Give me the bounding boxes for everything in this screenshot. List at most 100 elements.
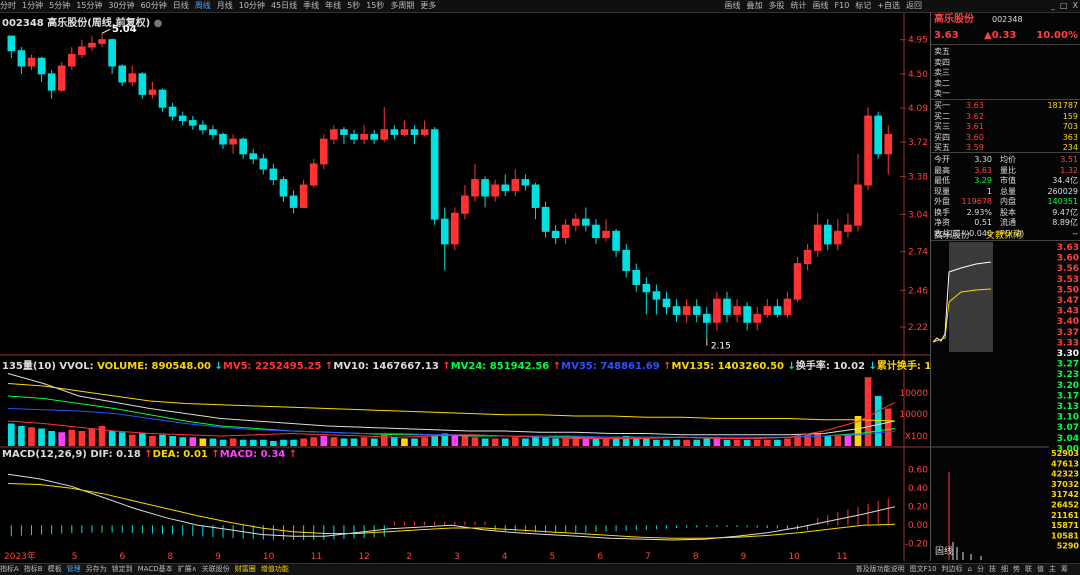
intraday-price-label: 3.10 (1057, 413, 1079, 423)
volume-bar (511, 437, 519, 446)
tool-button-1[interactable]: 叠加 (747, 1, 763, 10)
bottom-tab-0[interactable]: 指标A (0, 564, 19, 575)
period-tab-0[interactable]: 分时 (0, 0, 16, 12)
period-tab-3[interactable]: 15分钟 (76, 0, 102, 12)
volume-bar (733, 439, 741, 446)
period-tab-1[interactable]: 1分钟 (22, 0, 43, 12)
tool-button-4[interactable]: 画线 (813, 1, 829, 10)
stat-label: 均价 (1000, 155, 1016, 164)
ask-level-2: 卖三 (934, 68, 1078, 78)
period-tab-10[interactable]: 45日线 (271, 0, 297, 12)
bottom-right-item-3[interactable]: ⌂ (968, 564, 972, 575)
tool-button-2[interactable]: 多股 (769, 1, 785, 10)
tool-button-3[interactable]: 统计 (791, 1, 807, 10)
intraday-volume-label: 47613 (1051, 459, 1079, 468)
candle-body (88, 42, 96, 48)
bottom-right-item-2[interactable]: 判边标 (942, 564, 963, 575)
volume-bar (280, 439, 287, 446)
bottom-tab-5[interactable]: 锁定到 (112, 564, 133, 575)
tab-stock[interactable]: 高乐股份 (934, 231, 970, 241)
bottom-right-item-6[interactable]: 细 (1001, 564, 1008, 575)
bottom-tab-3[interactable]: 管理 (67, 564, 81, 575)
bottom-tab-4[interactable]: 另存为 (86, 564, 107, 575)
bid-level-0: 买一 3.63 181787 (934, 101, 1078, 111)
bottom-right-item-1[interactable]: 图文F10 (910, 564, 937, 575)
bottom-right-item-8[interactable]: 联 (1025, 564, 1032, 575)
stat-label: 今开 (934, 155, 950, 164)
candle-body (884, 133, 893, 155)
volume-legend-item: 135量(10) VVOL: (2, 361, 98, 372)
window-button-0[interactable]: _ (1051, 1, 1055, 10)
price-tick-label: 2.22 (908, 323, 928, 333)
volume-bar (411, 438, 418, 446)
bottom-right-item-10[interactable]: 主 (1049, 564, 1056, 575)
volume-bar (693, 439, 701, 446)
price-tick-label: 2.46 (908, 286, 928, 296)
volume-bar (189, 437, 197, 446)
period-tab-12[interactable]: 年线 (325, 0, 341, 12)
bottom-right-item-0[interactable]: 普及版功能说明 (856, 564, 905, 575)
bottom-right-item-9[interactable]: 值 (1037, 564, 1044, 575)
intraday-volume-label: 15871 (1051, 521, 1079, 530)
bottom-tab-10[interactable]: 增值功能 (261, 564, 289, 575)
date-axis-label: 5 (550, 552, 556, 561)
bottom-tab-1[interactable]: 指标B (24, 564, 43, 575)
stat-value: 140351 (1047, 197, 1078, 206)
bottom-tab-2[interactable]: 模板 (48, 564, 62, 575)
stock-name: 高乐股份 (934, 14, 974, 25)
candle-body (7, 35, 16, 52)
tool-button-0[interactable]: 画线 (725, 1, 741, 10)
stat-value: 34.4亿 (1052, 176, 1078, 185)
candle-body (723, 298, 731, 315)
tab-sector[interactable]: 文教休闲 (986, 231, 1022, 241)
window-button-2[interactable]: X (1073, 1, 1078, 10)
period-tab-7[interactable]: 周线 (195, 0, 211, 12)
tool-button-5[interactable]: F10 (835, 1, 850, 10)
stat-label: 市值 (1000, 176, 1016, 185)
candle-body (229, 138, 237, 145)
date-axis-label: 8 (693, 552, 699, 561)
candle-body (47, 73, 56, 91)
intraday-price-label: 3.13 (1057, 402, 1079, 412)
bottom-tab-7[interactable]: 扩展∧ (178, 564, 197, 575)
candle-body (158, 89, 167, 108)
window-button-1[interactable]: □ (1060, 1, 1068, 10)
bottom-right-item-11[interactable]: 筹 (1061, 564, 1068, 575)
volume-bar (743, 439, 751, 446)
bottom-right-item-5[interactable]: 技 (989, 564, 996, 575)
bottom-tab-6[interactable]: MACD基本 (138, 564, 173, 575)
tool-button-8[interactable]: 返回 (906, 1, 922, 10)
period-tab-8[interactable]: 月线 (217, 0, 233, 12)
period-tab-2[interactable]: 5分钟 (49, 0, 70, 12)
candle-body (451, 212, 459, 245)
period-tab-5[interactable]: 60分钟 (141, 0, 167, 12)
period-tab-11[interactable]: 季线 (303, 0, 319, 12)
bottom-right-item-4[interactable]: 分 (977, 564, 984, 575)
period-tab-13[interactable]: 5秒 (347, 0, 360, 12)
bottom-tab-9[interactable]: 财富圈 (235, 564, 256, 575)
period-tab-16[interactable]: 更多 (420, 0, 436, 12)
kline-chart[interactable]: 4.954.504.093.723.383.042.742.462.225.04… (0, 13, 930, 561)
stat-row-6: 净资 0.51 流通 8.89亿 (934, 218, 1078, 228)
macd-legend-item: MACD: 0.34 (219, 449, 289, 460)
date-axis-label: 9 (741, 552, 747, 561)
tool-button-6[interactable]: 标记 (855, 1, 871, 10)
candle-body (289, 195, 298, 208)
tool-button-7[interactable]: +自选 (877, 1, 900, 10)
stat-label: 净资 (934, 218, 950, 227)
volume-bar (149, 436, 156, 446)
period-tab-4[interactable]: 30分钟 (108, 0, 134, 12)
volume-legend-item: ↓ (868, 361, 877, 372)
period-tab-6[interactable]: 日线 (173, 0, 189, 12)
bottom-right-item-7[interactable]: 势 (1013, 564, 1020, 575)
bottom-tab-8[interactable]: 关联股份 (202, 564, 230, 575)
volume-legend-item: MV10: 1467667.13 (333, 361, 443, 372)
period-tab-15[interactable]: 多周期 (390, 0, 414, 12)
volume-bar (602, 438, 610, 446)
period-tab-14[interactable]: 15秒 (366, 0, 384, 12)
volume-bar (673, 439, 680, 446)
candle-body (521, 179, 530, 186)
intraday-volume-label: 31742 (1051, 490, 1079, 499)
period-tab-9[interactable]: 10分钟 (239, 0, 265, 12)
macd-legend: MACD(12,26,9) DIF: 0.18 ↑DEA: 0.01 ↑MACD… (2, 449, 297, 460)
